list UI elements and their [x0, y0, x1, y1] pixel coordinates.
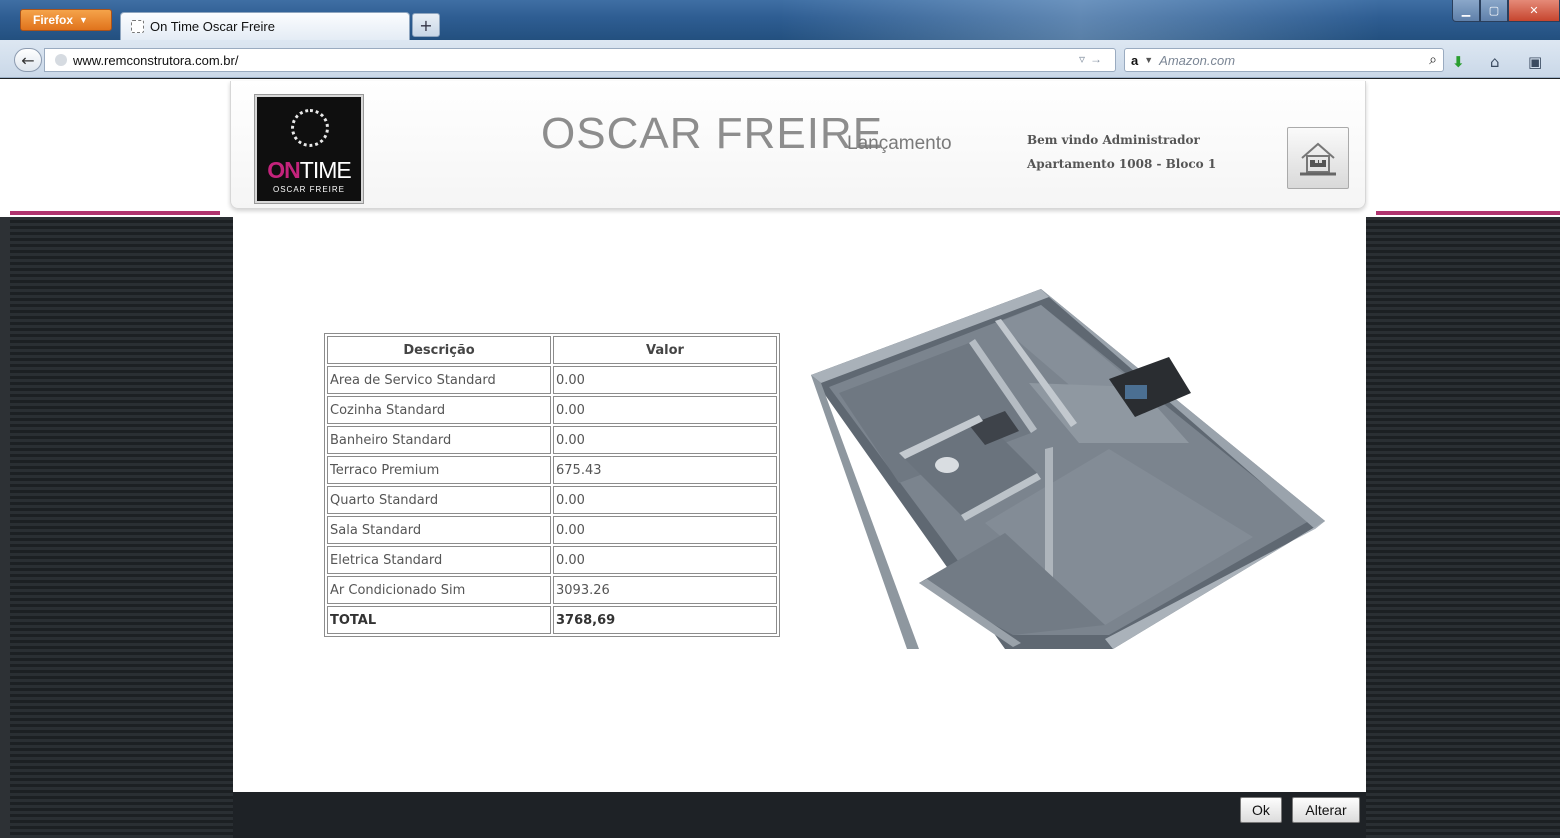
- header-descricao: Descrição: [327, 336, 551, 364]
- new-tab-button[interactable]: +: [412, 13, 440, 37]
- firefox-menu-button[interactable]: Firefox ▼: [20, 9, 112, 31]
- row-value: 0.00: [553, 516, 777, 544]
- bookmarks-icon[interactable]: ▣: [1528, 53, 1542, 71]
- url-bar[interactable]: www.remconstrutora.com.br/ ▿→: [44, 48, 1116, 72]
- table-row: Banheiro Standard 0.00: [327, 426, 777, 454]
- accent-line-right: [1376, 211, 1560, 215]
- url-go-icons[interactable]: ▿→: [1079, 52, 1107, 66]
- row-description: Sala Standard: [327, 516, 551, 544]
- apartment-floorplan-image: [811, 289, 1325, 649]
- firefox-menu-label: Firefox: [33, 13, 74, 27]
- row-description: Eletrica Standard: [327, 546, 551, 574]
- table-header-row: Descrição Valor: [327, 336, 777, 364]
- search-engine-chevron-icon: ▼: [1144, 55, 1154, 65]
- home-icon[interactable]: ⌂: [1490, 53, 1500, 71]
- table-row: Quarto Standard 0.00: [327, 486, 777, 514]
- titlebar-glow: [780, 0, 1380, 40]
- minimize-button[interactable]: ▁: [1452, 0, 1480, 22]
- background-stripes-right: [1366, 217, 1560, 838]
- browser-tab[interactable]: On Time Oscar Freire: [120, 12, 410, 40]
- apartment-text: Apartamento 1008 - Bloco 1: [1027, 157, 1217, 171]
- download-icon[interactable]: ⬇: [1452, 53, 1465, 71]
- url-text: www.remconstrutora.com.br/: [73, 52, 239, 68]
- row-description: Cozinha Standard: [327, 396, 551, 424]
- row-description: Area de Servico Standard: [327, 366, 551, 394]
- table-total-row: TOTAL 3768,69: [327, 606, 777, 634]
- minimize-icon: ▁: [1461, 4, 1471, 17]
- content-panel: Descrição Valor Area de Servico Standard…: [233, 217, 1366, 792]
- row-description: Banheiro Standard: [327, 426, 551, 454]
- browser-titlebar: Firefox ▼ On Time Oscar Freire + ▁ ▢ ✕: [0, 0, 1560, 40]
- logo-time: TIME: [299, 157, 352, 183]
- total-value: 3768,69: [553, 606, 777, 634]
- search-icon[interactable]: ⌕: [1429, 51, 1437, 68]
- row-description: Quarto Standard: [327, 486, 551, 514]
- chevron-down-icon: ▼: [79, 15, 88, 25]
- home-button[interactable]: [1287, 127, 1349, 189]
- close-window-button[interactable]: ✕: [1508, 0, 1560, 22]
- site-header: ONTIME OSCAR FREIRE OSCAR FREIRE Lançame…: [230, 81, 1366, 209]
- background-stripes-left: [10, 217, 233, 838]
- left-edge: [0, 217, 10, 838]
- maximize-button[interactable]: ▢: [1480, 0, 1508, 22]
- welcome-text: Bem vindo Administrador: [1027, 133, 1200, 147]
- maximize-icon: ▢: [1488, 4, 1500, 17]
- accent-line-left: [10, 211, 220, 215]
- table-row: Sala Standard 0.00: [327, 516, 777, 544]
- logo-subtitle: OSCAR FREIRE: [272, 185, 345, 194]
- site-subtitle: Lançamento: [847, 133, 952, 154]
- back-icon: ←: [21, 50, 35, 70]
- site-identity-icon: [55, 54, 67, 66]
- favicon-icon: [131, 20, 144, 33]
- logo-spinner-icon: [291, 109, 329, 147]
- tab-title: On Time Oscar Freire: [150, 19, 275, 34]
- close-icon: ✕: [1529, 4, 1539, 17]
- logo-on: ON: [267, 157, 300, 183]
- ok-button[interactable]: Ok: [1240, 797, 1282, 823]
- alterar-button[interactable]: Alterar: [1292, 797, 1360, 823]
- browser-navbar: ← www.remconstrutora.com.br/ ▿→ a ▼ Amaz…: [0, 40, 1560, 78]
- row-value: 0.00: [553, 486, 777, 514]
- site-title: OSCAR FREIRE: [541, 109, 884, 158]
- cost-summary-table: Descrição Valor Area de Servico Standard…: [324, 333, 780, 637]
- search-placeholder: Amazon.com: [1159, 52, 1236, 68]
- house-icon: [1300, 142, 1336, 176]
- table-row: Ar Condicionado Sim 3093.26: [327, 576, 777, 604]
- search-engine-icon[interactable]: a: [1131, 53, 1138, 68]
- row-value: 3093.26: [553, 576, 777, 604]
- row-value: 0.00: [553, 366, 777, 394]
- table-row: Cozinha Standard 0.00: [327, 396, 777, 424]
- back-button[interactable]: ←: [14, 48, 42, 72]
- brand-logo[interactable]: ONTIME OSCAR FREIRE: [254, 94, 364, 204]
- row-value: 0.00: [553, 426, 777, 454]
- table-row: Eletrica Standard 0.00: [327, 546, 777, 574]
- row-value: 0.00: [553, 546, 777, 574]
- table-row: Terraco Premium 675.43: [327, 456, 777, 484]
- row-value: 0.00: [553, 396, 777, 424]
- logo-wordmark: ONTIME: [257, 157, 361, 184]
- table-row: Area de Servico Standard 0.00: [327, 366, 777, 394]
- row-description: Terraco Premium: [327, 456, 551, 484]
- header-valor: Valor: [553, 336, 777, 364]
- row-value: 675.43: [553, 456, 777, 484]
- total-label: TOTAL: [327, 606, 551, 634]
- search-bar[interactable]: a ▼ Amazon.com ⌕: [1124, 48, 1444, 72]
- web-page: ONTIME OSCAR FREIRE OSCAR FREIRE Lançame…: [0, 79, 1560, 838]
- row-description: Ar Condicionado Sim: [327, 576, 551, 604]
